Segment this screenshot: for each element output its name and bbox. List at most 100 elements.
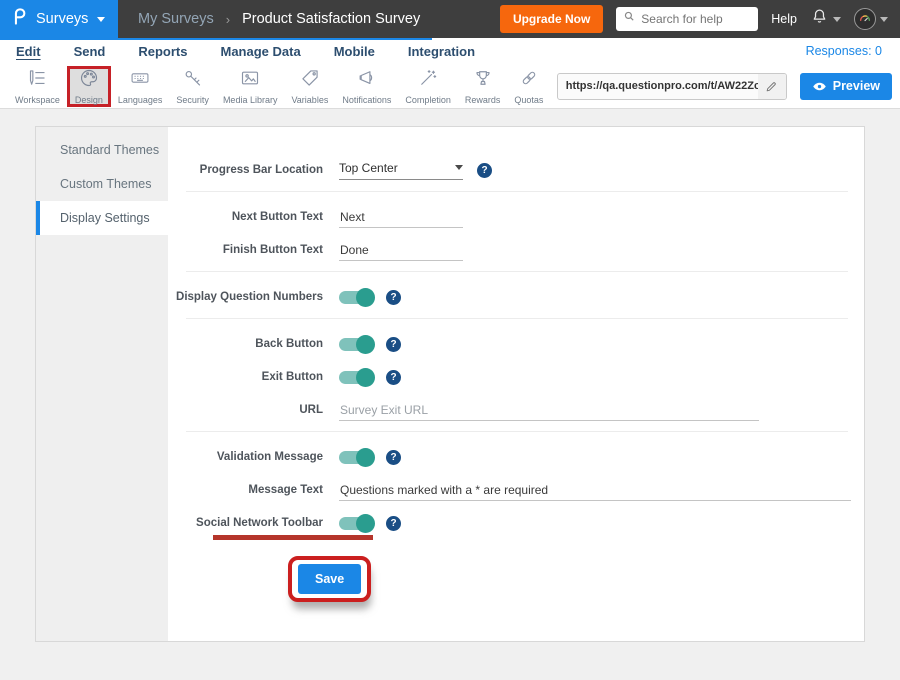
notifications-menu[interactable] — [810, 7, 841, 31]
social-network-toolbar-label: Social Network Toolbar — [168, 517, 323, 529]
tool-languages[interactable]: Languages — [111, 66, 170, 107]
eye-icon — [812, 79, 827, 94]
design-settings-card: Standard Themes Custom Themes Display Se… — [35, 126, 865, 642]
sidebar-item-standard-themes[interactable]: Standard Themes — [36, 133, 168, 167]
message-text-input[interactable] — [339, 480, 851, 501]
app-menu-label: Surveys — [36, 11, 88, 27]
back-button-row: Back Button ? — [168, 331, 864, 357]
exit-button-label: Exit Button — [168, 371, 323, 383]
preview-button[interactable]: Preview — [800, 73, 892, 100]
progress-bar-location-select[interactable]: Top Center — [339, 161, 463, 180]
image-icon — [240, 68, 260, 93]
save-highlight-annotation: Save — [288, 556, 371, 602]
tool-media-library[interactable]: Media Library — [216, 66, 285, 107]
breadcrumb-separator-icon: › — [226, 12, 230, 27]
responses-count[interactable]: Responses: 0 — [806, 44, 882, 58]
chevron-down-icon — [833, 17, 841, 22]
section-nav: Edit Send Reports Manage Data Mobile Int… — [0, 38, 900, 64]
display-settings-form: Progress Bar Location Top Center ? Next … — [168, 127, 864, 641]
app-menu[interactable]: Surveys — [0, 0, 118, 38]
validation-message-row: Validation Message ? — [168, 444, 864, 470]
progress-bar-location-row: Progress Bar Location Top Center ? — [168, 157, 864, 183]
design-palette-icon — [79, 68, 99, 93]
nav-tab-manage-data[interactable]: Manage Data — [220, 44, 300, 59]
page-title: Product Satisfaction Survey — [242, 11, 420, 27]
tool-quotas[interactable]: Quotas — [507, 66, 550, 107]
social-network-toolbar-toggle[interactable] — [339, 517, 372, 530]
design-sidebar: Standard Themes Custom Themes Display Se… — [36, 127, 168, 641]
help-icon[interactable]: ? — [386, 450, 401, 465]
tag-icon — [300, 68, 320, 93]
exit-button-toggle[interactable] — [339, 371, 372, 384]
tool-workspace[interactable]: Workspace — [8, 66, 67, 107]
next-button-text-row: Next Button Text — [168, 204, 864, 230]
social-network-toolbar-row: Social Network Toolbar ? — [168, 510, 864, 536]
tool-security[interactable]: Security — [169, 66, 216, 107]
display-question-numbers-row: Display Question Numbers ? — [168, 284, 864, 310]
keyboard-icon — [130, 68, 150, 93]
next-button-text-input[interactable] — [339, 207, 463, 228]
divider — [186, 191, 848, 192]
back-button-toggle[interactable] — [339, 338, 372, 351]
help-search[interactable] — [616, 7, 758, 31]
sidebar-item-custom-themes[interactable]: Custom Themes — [36, 167, 168, 201]
finish-button-text-label: Finish Button Text — [168, 244, 323, 256]
next-button-text-label: Next Button Text — [168, 211, 323, 223]
chain-link-icon — [519, 68, 539, 93]
sidebar-item-display-settings[interactable]: Display Settings — [36, 201, 168, 235]
chevron-down-icon — [880, 17, 888, 22]
edit-url-button[interactable] — [758, 74, 786, 99]
finish-button-text-input[interactable] — [339, 240, 463, 261]
help-icon[interactable]: ? — [386, 337, 401, 352]
message-text-row: Message Text — [168, 477, 864, 503]
nav-tab-send[interactable]: Send — [74, 44, 106, 59]
breadcrumb-parent[interactable]: My Surveys — [138, 11, 214, 27]
exit-button-row: Exit Button ? — [168, 364, 864, 390]
nav-tab-mobile[interactable]: Mobile — [334, 44, 375, 59]
megaphone-icon — [357, 68, 377, 93]
upgrade-now-button[interactable]: Upgrade Now — [500, 5, 603, 33]
nav-tab-reports[interactable]: Reports — [138, 44, 187, 59]
help-search-input[interactable] — [641, 12, 751, 26]
finish-button-text-row: Finish Button Text — [168, 237, 864, 263]
help-icon[interactable]: ? — [386, 516, 401, 531]
search-icon — [623, 10, 636, 28]
nav-tab-integration[interactable]: Integration — [408, 44, 475, 59]
tool-rewards[interactable]: Rewards — [458, 66, 508, 107]
exit-url-label: URL — [168, 404, 323, 416]
social-toolbar-underline-annotation — [213, 535, 373, 540]
chevron-down-icon — [455, 165, 463, 170]
account-menu[interactable] — [854, 8, 888, 30]
key-icon — [183, 68, 203, 93]
trophy-icon — [473, 68, 493, 93]
questionpro-logo-icon — [10, 6, 29, 32]
divider — [186, 271, 848, 272]
top-header: Surveys My Surveys › Product Satisfactio… — [0, 0, 900, 38]
nav-tab-edit[interactable]: Edit — [16, 44, 41, 59]
survey-url-text: https://qa.questionpro.com/t/AW22Zcq2J — [558, 80, 758, 92]
validation-message-label: Validation Message — [168, 451, 323, 463]
help-icon[interactable]: ? — [386, 290, 401, 305]
help-icon[interactable]: ? — [386, 370, 401, 385]
main-content: Standard Themes Custom Themes Display Se… — [0, 109, 900, 642]
display-question-numbers-label: Display Question Numbers — [168, 291, 323, 303]
survey-url-field[interactable]: https://qa.questionpro.com/t/AW22Zcq2J — [557, 73, 787, 100]
message-text-label: Message Text — [168, 484, 323, 496]
breadcrumb: My Surveys › Product Satisfaction Survey — [138, 11, 420, 27]
display-question-numbers-toggle[interactable] — [339, 291, 372, 304]
chevron-down-icon — [97, 17, 105, 22]
back-button-label: Back Button — [168, 338, 323, 350]
tool-design[interactable]: Design — [67, 66, 111, 107]
help-link[interactable]: Help — [771, 12, 797, 26]
tool-variables[interactable]: Variables — [284, 66, 335, 107]
exit-url-input[interactable] — [339, 400, 759, 421]
tool-notifications[interactable]: Notifications — [335, 66, 398, 107]
header-accent-bar — [0, 38, 432, 40]
validation-message-toggle[interactable] — [339, 451, 372, 464]
divider — [186, 318, 848, 319]
magic-wand-icon — [418, 68, 438, 93]
help-icon[interactable]: ? — [477, 163, 492, 178]
save-button[interactable]: Save — [298, 564, 361, 594]
tool-completion[interactable]: Completion — [398, 66, 458, 107]
exit-url-row: URL — [168, 397, 864, 423]
